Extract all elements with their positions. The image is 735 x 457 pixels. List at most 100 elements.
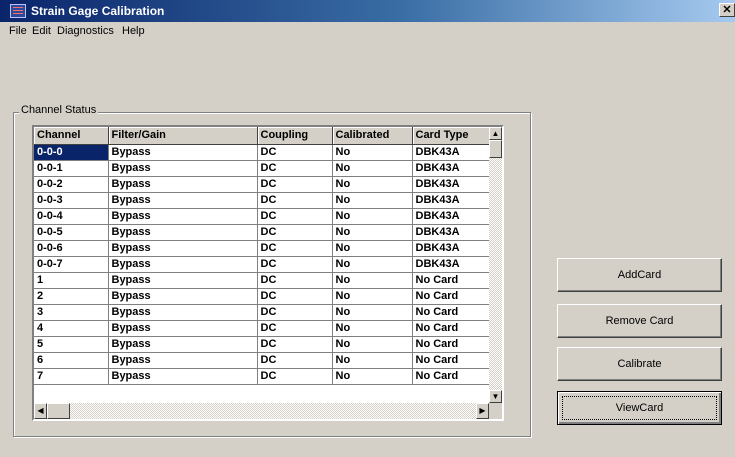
table-cell[interactable]: DBK43A — [412, 176, 490, 193]
table-cell[interactable]: DC — [257, 320, 333, 337]
column-header[interactable]: Calibrated — [332, 127, 413, 145]
scroll-right-button[interactable]: ▶ — [476, 403, 489, 419]
table-cell[interactable]: No — [332, 176, 413, 193]
table-cell[interactable]: DC — [257, 352, 333, 369]
table-cell[interactable]: No — [332, 256, 413, 273]
table-cell[interactable]: No — [332, 336, 413, 353]
table-cell[interactable]: No — [332, 368, 413, 385]
table-row[interactable]: 0-0-2 Bypass DC No DBK43A — [34, 176, 490, 193]
table-cell[interactable]: DC — [257, 160, 333, 177]
table-cell[interactable]: No — [332, 304, 413, 321]
table-row[interactable]: 3 Bypass DC No No Card — [34, 304, 490, 321]
table-cell[interactable]: DC — [257, 272, 333, 289]
table-cell[interactable]: No — [332, 192, 413, 209]
table-row[interactable]: 4 Bypass DC No No Card — [34, 320, 490, 337]
table-cell[interactable]: 0-0-0 — [34, 144, 109, 161]
table-cell[interactable]: 6 — [34, 352, 109, 369]
table-cell[interactable]: DBK43A — [412, 144, 490, 161]
table-cell[interactable]: Bypass — [108, 160, 258, 177]
table-cell[interactable]: DBK43A — [412, 240, 490, 257]
table-row[interactable]: 0-0-7 Bypass DC No DBK43A — [34, 256, 490, 273]
table-cell[interactable]: DBK43A — [412, 192, 490, 209]
horizontal-scrollbar[interactable]: ◀ ▶ — [34, 403, 489, 419]
table-cell[interactable]: DC — [257, 176, 333, 193]
table-cell[interactable]: No — [332, 272, 413, 289]
table-cell[interactable]: 0-0-6 — [34, 240, 109, 257]
table-cell[interactable]: 1 — [34, 272, 109, 289]
table-cell[interactable]: Bypass — [108, 176, 258, 193]
table-row[interactable]: 1 Bypass DC No No Card — [34, 272, 490, 289]
table-cell[interactable]: DC — [257, 192, 333, 209]
table-cell[interactable]: 0-0-2 — [34, 176, 109, 193]
vertical-scrollbar[interactable]: ▲ ▼ — [489, 127, 502, 403]
table-cell[interactable]: DBK43A — [412, 256, 490, 273]
table-cell[interactable]: DC — [257, 256, 333, 273]
table-cell[interactable]: Bypass — [108, 192, 258, 209]
table-cell[interactable]: No — [332, 240, 413, 257]
table-row[interactable]: 0-0-4 Bypass DC No DBK43A — [34, 208, 490, 225]
table-cell[interactable]: No Card — [412, 368, 490, 385]
table-cell[interactable]: No — [332, 320, 413, 337]
table-cell[interactable]: No Card — [412, 304, 490, 321]
column-header[interactable]: Coupling — [257, 127, 333, 145]
table-cell[interactable]: No — [332, 224, 413, 241]
table-cell[interactable]: No Card — [412, 272, 490, 289]
table-cell[interactable]: Bypass — [108, 256, 258, 273]
table-cell[interactable]: Bypass — [108, 336, 258, 353]
table-row[interactable]: 0-0-5 Bypass DC No DBK43A — [34, 224, 490, 241]
table-cell[interactable]: No — [332, 288, 413, 305]
table-cell[interactable]: DC — [257, 368, 333, 385]
table-cell[interactable]: DC — [257, 144, 333, 161]
table-cell[interactable]: 0-0-1 — [34, 160, 109, 177]
menu-diagnostics[interactable]: Diagnostics — [57, 25, 114, 37]
table-cell[interactable]: Bypass — [108, 224, 258, 241]
table-cell[interactable]: No Card — [412, 288, 490, 305]
table-cell[interactable]: No Card — [412, 320, 490, 337]
scroll-up-button[interactable]: ▲ — [489, 127, 502, 140]
menu-edit[interactable]: Edit — [32, 25, 51, 37]
table-row[interactable]: 2 Bypass DC No No Card — [34, 288, 490, 305]
menu-help[interactable]: Help — [122, 25, 145, 37]
table-cell[interactable]: No — [332, 144, 413, 161]
table-cell[interactable]: DBK43A — [412, 224, 490, 241]
table-cell[interactable]: Bypass — [108, 208, 258, 225]
table-cell[interactable]: Bypass — [108, 304, 258, 321]
table-cell[interactable]: DC — [257, 240, 333, 257]
table-cell[interactable]: DC — [257, 288, 333, 305]
table-cell[interactable]: Bypass — [108, 368, 258, 385]
scroll-left-button[interactable]: ◀ — [34, 403, 47, 419]
calibrate-button[interactable]: Calibrate — [557, 347, 722, 381]
table-row[interactable]: 7 Bypass DC No No Card — [34, 368, 490, 385]
close-button[interactable]: ✕ — [719, 3, 735, 17]
table-row[interactable]: 6 Bypass DC No No Card — [34, 352, 490, 369]
scroll-thumb-horizontal[interactable] — [47, 403, 70, 419]
table-cell[interactable]: 0-0-3 — [34, 192, 109, 209]
table-row[interactable]: 0-0-6 Bypass DC No DBK43A — [34, 240, 490, 257]
table-cell[interactable]: 2 — [34, 288, 109, 305]
table-cell[interactable]: 0-0-4 — [34, 208, 109, 225]
table-row[interactable]: 0-0-0 Bypass DC No DBK43A — [34, 144, 490, 161]
table-cell[interactable]: 4 — [34, 320, 109, 337]
table-cell[interactable]: 3 — [34, 304, 109, 321]
table-cell[interactable]: No — [332, 160, 413, 177]
column-header[interactable]: Filter/Gain — [108, 127, 258, 145]
table-cell[interactable]: Bypass — [108, 288, 258, 305]
table-cell[interactable]: Bypass — [108, 352, 258, 369]
remove-card-button[interactable]: Remove Card — [557, 304, 722, 338]
table-cell[interactable]: 7 — [34, 368, 109, 385]
table-cell[interactable]: DBK43A — [412, 208, 490, 225]
table-cell[interactable]: No — [332, 352, 413, 369]
table-row[interactable]: 5 Bypass DC No No Card — [34, 336, 490, 353]
table-cell[interactable]: Bypass — [108, 240, 258, 257]
table-cell[interactable]: DBK43A — [412, 160, 490, 177]
table-cell[interactable]: DC — [257, 336, 333, 353]
scroll-down-button[interactable]: ▼ — [489, 390, 502, 403]
table-row[interactable]: 0-0-1 Bypass DC No DBK43A — [34, 160, 490, 177]
table-cell[interactable]: No Card — [412, 336, 490, 353]
menu-file[interactable]: File — [9, 25, 27, 37]
table-cell[interactable]: 0-0-5 — [34, 224, 109, 241]
column-header[interactable]: Channel — [34, 127, 109, 145]
scroll-thumb-vertical[interactable] — [489, 140, 502, 158]
table-cell[interactable]: Bypass — [108, 272, 258, 289]
table-cell[interactable]: Bypass — [108, 144, 258, 161]
